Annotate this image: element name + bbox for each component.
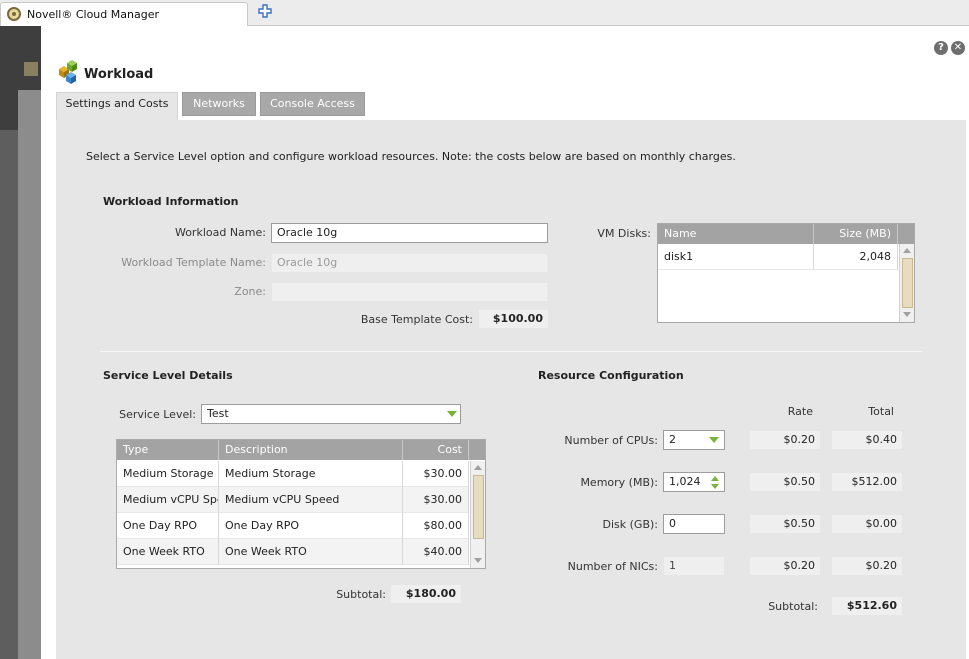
sl-type-cell: Medium vCPU Spe <box>117 487 219 513</box>
browser-tab-title: Novell® Cloud Manager <box>27 8 159 21</box>
service-level-scrollbar[interactable] <box>470 461 485 568</box>
help-button[interactable]: ? <box>934 41 948 55</box>
service-level-value: Test <box>207 407 229 420</box>
disk-total: $0.00 <box>832 515 902 533</box>
cpus-select[interactable]: 2 <box>663 430 725 450</box>
browser-tab-strip: Novell® Cloud Manager <box>0 0 969 26</box>
cpus-value: 2 <box>669 433 676 446</box>
nics-label: Number of NICs: <box>567 560 658 573</box>
total-column-header: Total <box>868 405 894 418</box>
vm-disks-table: Name Size (MB) disk1 2,048 <box>657 223 915 323</box>
sl-description-cell: One Day RPO <box>219 513 403 539</box>
template-name-field: Oracle 10g <box>271 253 548 273</box>
sl-description-cell: Medium vCPU Speed <box>219 487 403 513</box>
table-row[interactable]: One Week RTO One Week RTO $40.00 <box>117 539 469 565</box>
vm-disk-name-cell: disk1 <box>658 244 814 270</box>
vm-disks-header: Name Size (MB) <box>658 224 914 244</box>
service-level-header: Type Description Cost <box>117 440 485 460</box>
disk-input[interactable]: 0 <box>663 514 725 534</box>
workload-name-label: Workload Name: <box>174 226 266 239</box>
zone-field <box>271 282 548 302</box>
background-app-logo-icon <box>24 62 38 76</box>
base-cost-label: Base Template Cost: <box>360 313 473 326</box>
novell-favicon-icon <box>7 7 21 21</box>
memory-label: Memory (MB): <box>580 476 658 489</box>
service-subtotal-value: $180.00 <box>391 585 461 603</box>
sl-col-type[interactable]: Type <box>117 440 219 460</box>
memory-value: 1,024 <box>669 475 701 488</box>
table-row[interactable]: Medium Storage Medium Storage $30.00 <box>117 461 469 487</box>
table-row[interactable]: One Day RPO One Day RPO $80.00 <box>117 513 469 539</box>
service-level-table: Type Description Cost Medium Storage Med… <box>116 439 486 569</box>
chevron-down-icon[interactable] <box>447 411 457 417</box>
vm-disk-size-cell: 2,048 <box>814 244 898 270</box>
rate-column-header: Rate <box>787 405 813 418</box>
nics-rate: $0.20 <box>750 557 820 575</box>
decrement-icon[interactable] <box>711 484 719 489</box>
tab-settings-and-costs[interactable]: Settings and Costs <box>56 92 178 120</box>
sl-cost-cell: $40.00 <box>403 539 469 565</box>
scroll-thumb[interactable] <box>902 258 913 308</box>
resource-subtotal-value: $512.60 <box>832 597 902 615</box>
scroll-up-icon[interactable] <box>903 248 911 253</box>
vm-disks-scrollbar[interactable] <box>899 244 914 322</box>
vm-disks-col-name[interactable]: Name <box>658 224 814 244</box>
chevron-down-icon[interactable] <box>709 437 719 443</box>
background-app <box>0 26 41 659</box>
resource-config-title: Resource Configuration <box>538 369 684 382</box>
sl-description-cell: Medium Storage <box>219 461 403 487</box>
workload-cubes-icon <box>59 60 77 84</box>
sl-col-description[interactable]: Description <box>219 440 403 460</box>
scroll-down-icon[interactable] <box>903 312 911 317</box>
sl-cost-cell: $80.00 <box>403 513 469 539</box>
sl-cost-cell: $30.00 <box>403 487 469 513</box>
browser-tab[interactable]: Novell® Cloud Manager <box>0 2 248 26</box>
service-level-label: Service Level: <box>119 408 196 421</box>
sl-type-cell: One Week RTO <box>117 539 219 565</box>
memory-total: $512.00 <box>832 473 902 491</box>
vm-disks-label: VM Disks: <box>597 227 651 240</box>
new-tab-plus-icon[interactable] <box>258 4 272 18</box>
resource-subtotal-label: Subtotal: <box>768 600 818 613</box>
vm-disks-col-size[interactable]: Size (MB) <box>814 224 898 244</box>
sl-cost-cell: $30.00 <box>403 461 469 487</box>
zone-label: Zone: <box>234 285 266 298</box>
increment-icon[interactable] <box>711 476 719 481</box>
table-row[interactable]: disk1 2,048 <box>658 244 898 270</box>
dialog-title: Workload <box>84 67 154 82</box>
tab-networks[interactable]: Networks <box>182 92 256 116</box>
background-app-panel <box>18 90 41 659</box>
template-name-label: Workload Template Name: <box>121 256 266 269</box>
workload-info-title: Workload Information <box>103 195 239 208</box>
settings-panel: Select a Service Level option and config… <box>56 120 966 659</box>
disk-label: Disk (GB): <box>602 518 658 531</box>
tab-console-access[interactable]: Console Access <box>260 92 365 116</box>
table-row[interactable]: Medium vCPU Spe Medium vCPU Speed $30.00 <box>117 487 469 513</box>
service-level-title: Service Level Details <box>103 369 233 382</box>
disk-rate: $0.50 <box>750 515 820 533</box>
nics-total: $0.20 <box>832 557 902 575</box>
sl-description-cell: One Week RTO <box>219 539 403 565</box>
scroll-up-icon[interactable] <box>474 465 482 470</box>
scroll-thumb[interactable] <box>473 475 484 539</box>
memory-stepper[interactable]: 1,024 <box>663 472 725 492</box>
base-cost-value: $100.00 <box>479 310 548 328</box>
cpus-total: $0.40 <box>832 431 902 449</box>
intro-text: Select a Service Level option and config… <box>86 150 736 163</box>
cpus-rate: $0.20 <box>750 431 820 449</box>
sl-type-cell: One Day RPO <box>117 513 219 539</box>
close-button[interactable]: ✕ <box>951 41 965 55</box>
workload-dialog: ? ✕ Workload Settings and Costs Networks… <box>41 26 969 659</box>
sl-type-cell: Medium Storage <box>117 461 219 487</box>
cpus-label: Number of CPUs: <box>564 434 658 447</box>
service-level-select[interactable]: Test <box>201 404 461 424</box>
scroll-down-icon[interactable] <box>474 558 482 563</box>
memory-rate: $0.50 <box>750 473 820 491</box>
nics-field: 1 <box>663 556 725 576</box>
section-divider <box>100 351 922 352</box>
service-subtotal-label: Subtotal: <box>336 588 386 601</box>
workload-name-input[interactable]: Oracle 10g <box>271 223 548 243</box>
sl-col-cost[interactable]: Cost <box>403 440 469 460</box>
